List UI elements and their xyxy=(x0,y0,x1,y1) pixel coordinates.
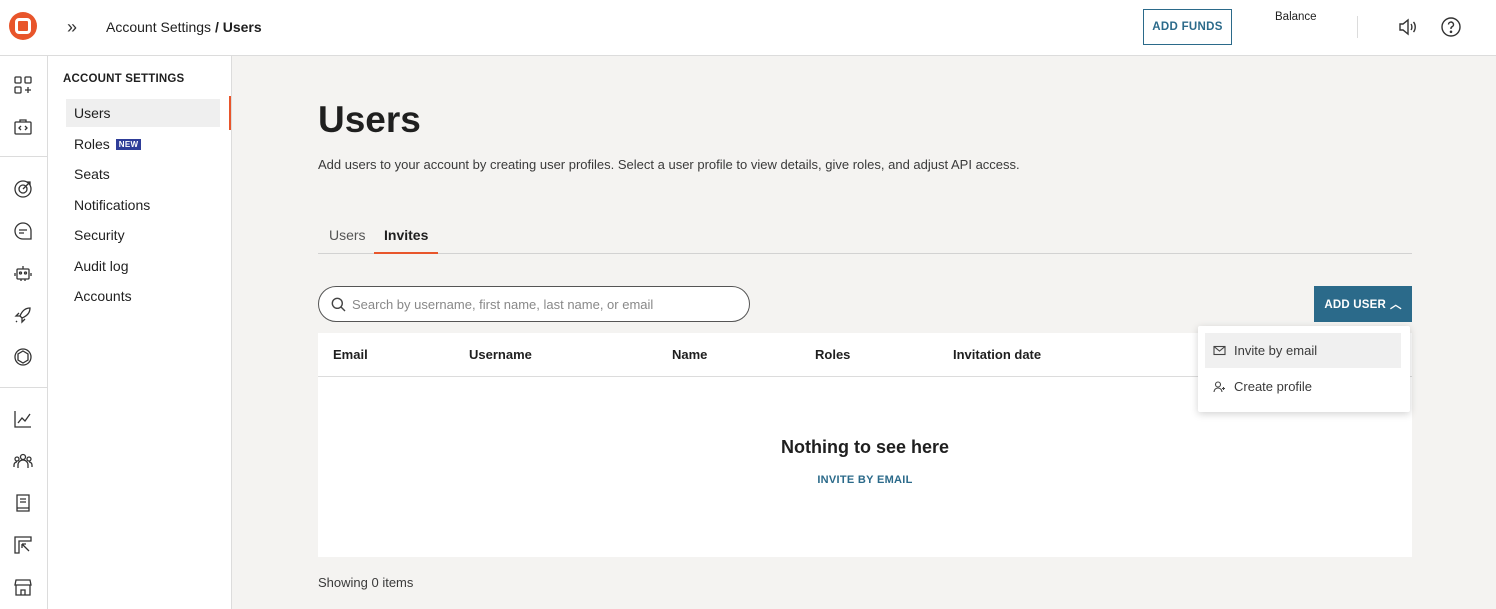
search-input[interactable] xyxy=(352,294,737,314)
nav-item-label: Accounts xyxy=(74,288,132,304)
nav-item-label: Security xyxy=(74,227,125,243)
menu-item-invite-by-email[interactable]: Invite by email xyxy=(1205,333,1401,368)
code-box-icon[interactable] xyxy=(12,116,34,138)
search-box xyxy=(318,286,750,322)
nav-item-label: Users xyxy=(74,105,111,121)
column-header-invitation-date[interactable]: Invitation date xyxy=(953,347,1041,362)
robot-icon[interactable] xyxy=(12,262,34,284)
column-header-roles[interactable]: Roles xyxy=(815,347,850,362)
nav-item-notifications[interactable]: Notifications xyxy=(66,191,220,219)
page-title: Users xyxy=(318,99,421,140)
search-icon xyxy=(331,297,346,312)
logo[interactable] xyxy=(9,12,37,40)
speaker-icon[interactable] xyxy=(1397,16,1419,38)
expand-sidebar-icon[interactable]: » xyxy=(62,17,82,37)
menu-item-label: Invite by email xyxy=(1234,343,1318,358)
header-divider xyxy=(1357,16,1358,38)
apps-add-icon[interactable] xyxy=(12,74,34,96)
nav-item-label: Audit log xyxy=(74,258,129,274)
rocket-icon[interactable] xyxy=(12,304,34,326)
add-funds-button[interactable]: ADD FUNDS xyxy=(1143,9,1232,45)
nav-item-accounts[interactable]: Accounts xyxy=(66,282,220,310)
column-header-name[interactable]: Name xyxy=(672,347,707,362)
tab-invites[interactable]: Invites xyxy=(374,227,439,254)
store-icon[interactable] xyxy=(12,576,34,598)
page-description: Add users to your account by creating us… xyxy=(318,157,1020,172)
breadcrumb-separator: / xyxy=(211,19,223,35)
target-icon[interactable] xyxy=(12,178,34,200)
openai-icon[interactable] xyxy=(12,346,34,368)
balance-label: Balance xyxy=(1275,11,1317,23)
new-badge: NEW xyxy=(115,139,142,150)
book-icon[interactable] xyxy=(12,492,34,514)
tab-users[interactable]: Users xyxy=(319,227,376,254)
active-indicator xyxy=(229,96,231,130)
nav-item-label: Seats xyxy=(74,166,110,182)
add-user-label: ADD USER xyxy=(1324,299,1386,311)
nav-item-seats[interactable]: Seats xyxy=(66,160,220,188)
add-user-menu: Invite by email Create profile xyxy=(1198,326,1410,412)
nav-item-audit-log[interactable]: Audit log xyxy=(66,252,220,280)
nav-item-users[interactable]: Users xyxy=(66,99,220,127)
menu-item-label: Create profile xyxy=(1234,379,1313,394)
user-add-icon xyxy=(1213,381,1225,393)
nav-item-security[interactable]: Security xyxy=(66,221,220,249)
settings-nav: ACCOUNT SETTINGS Users Roles NEW Seats No… xyxy=(48,56,232,609)
icon-rail xyxy=(0,56,48,609)
mail-icon xyxy=(1213,345,1226,356)
column-header-username[interactable]: Username xyxy=(469,347,532,362)
items-count: Showing 0 items xyxy=(318,575,414,590)
top-header: » Account Settings / Users ADD FUNDS Bal… xyxy=(0,0,1496,56)
add-user-button[interactable]: ADD USER ︿ xyxy=(1314,286,1412,322)
chevron-up-icon: ︿ xyxy=(1389,299,1402,311)
column-header-email[interactable]: Email xyxy=(333,347,368,362)
report-icon[interactable] xyxy=(12,534,34,556)
breadcrumb-current: Users xyxy=(222,19,262,35)
help-icon[interactable] xyxy=(1440,16,1462,38)
team-icon[interactable] xyxy=(12,450,34,472)
invite-by-email-link[interactable]: INVITE BY EMAIL xyxy=(318,474,1412,486)
empty-state-title: Nothing to see here xyxy=(780,437,950,457)
breadcrumb: Account Settings / Users xyxy=(106,19,262,35)
nav-item-label: Roles xyxy=(74,136,110,152)
settings-nav-title: ACCOUNT SETTINGS xyxy=(63,73,185,85)
menu-item-create-profile[interactable]: Create profile xyxy=(1205,369,1401,404)
rail-divider xyxy=(0,387,48,388)
chat-icon[interactable] xyxy=(12,220,34,242)
chart-line-icon[interactable] xyxy=(12,408,34,430)
nav-item-label: Notifications xyxy=(74,197,151,213)
nav-item-roles[interactable]: Roles NEW xyxy=(66,130,220,158)
rail-divider xyxy=(0,156,48,157)
tabs: Users Invites xyxy=(318,217,1412,254)
breadcrumb-parent[interactable]: Account Settings xyxy=(106,19,211,35)
